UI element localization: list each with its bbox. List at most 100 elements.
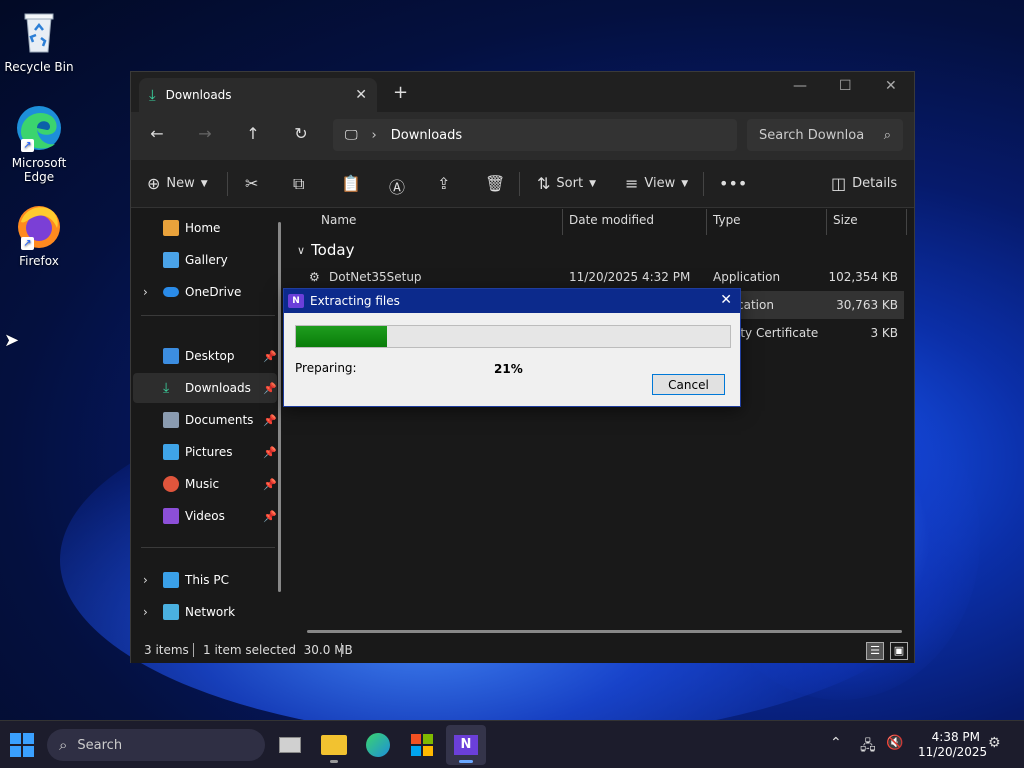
edge-icon [366,733,390,757]
details-view-button[interactable]: ☰ [866,642,884,660]
rename-button[interactable]: Ⓐ [389,174,411,198]
column-divider[interactable] [906,209,907,235]
progress-percent: 21% [494,362,523,376]
chevron-right-icon[interactable]: › [143,605,148,619]
show-hidden-icons-button[interactable]: ⌃ [830,735,842,751]
sidebar-item-documents[interactable]: Documents 📌 [133,405,277,435]
system-clock[interactable]: 4:38 PM 11/20/2025 [918,730,987,760]
paste-button[interactable]: 📋 [341,174,367,193]
share-button[interactable]: ⇪ [437,174,456,193]
status-selection: 1 item selected 30.0 MB [203,643,353,657]
notifications-icon[interactable]: ⚙ [988,735,1001,751]
details-button[interactable]: ◫ Details [831,174,897,193]
sort-button[interactable]: ⇅ Sort ▼ [537,174,596,193]
more-options-button[interactable]: ••• [719,174,747,193]
file-size: 102,354 KB [828,270,898,284]
cancel-button[interactable]: Cancel [652,374,725,395]
column-header-date[interactable]: Date modified [569,213,654,227]
sidebar-item-onedrive[interactable]: › OneDrive [133,277,277,307]
progress-fill [296,326,388,347]
shortcut-arrow-icon: ↗ [21,139,34,152]
taskbar-task-view[interactable] [270,725,310,765]
copy-button[interactable]: ⧉ [293,174,310,194]
maximize-button[interactable]: ☐ [839,78,852,94]
pin-icon[interactable]: 📌 [263,446,277,459]
extracting-files-dialog: N Extracting files ✕ Preparing: 21% Canc… [283,288,741,407]
dialog-close-button[interactable]: ✕ [720,292,732,308]
taskbar-edge[interactable] [358,725,398,765]
sidebar-divider [141,547,275,548]
store-icon [411,734,433,756]
taskbar-file-explorer[interactable] [314,725,354,765]
network-status-icon[interactable]: 🖧 [860,735,876,759]
computer-icon [163,572,179,588]
taskbar-store[interactable] [402,725,442,765]
column-divider[interactable] [562,209,563,235]
sidebar-item-label: Pictures [185,445,233,459]
sidebar-item-music[interactable]: Music 📌 [133,469,277,499]
search-input[interactable] [759,127,869,143]
sidebar-item-pictures[interactable]: Pictures 📌 [133,437,277,467]
minimize-button[interactable]: — [793,78,807,94]
new-button[interactable]: ⊕ New ▼ [147,174,208,193]
address-bar[interactable]: 🖵 › Downloads [333,119,737,151]
forward-button[interactable]: → [193,124,217,143]
delete-button[interactable]: 🗑 [485,174,511,193]
sidebar-item-label: Videos [185,509,225,523]
chevron-right-icon[interactable]: › [143,285,148,299]
taskbar-extractor-app[interactable]: N [446,725,486,765]
clock-time: 4:38 PM [931,730,980,744]
horizontal-scrollbar[interactable] [307,630,902,633]
cut-button[interactable]: ✂ [245,174,264,193]
pin-icon[interactable]: 📌 [263,350,277,363]
start-button[interactable] [10,733,34,757]
sidebar-divider [141,315,275,316]
back-button[interactable]: ← [145,124,169,143]
tab-downloads[interactable]: ⤓ Downloads ✕ [139,78,377,112]
videos-icon [163,508,179,524]
taskbar-search[interactable]: ⌕ Search [47,729,265,761]
file-type: cation [737,298,774,312]
column-divider[interactable] [706,209,707,235]
trash-icon: 🗑 [485,174,506,193]
sidebar-item-this-pc[interactable]: › This PC [133,565,277,595]
sidebar-item-videos[interactable]: Videos 📌 [133,501,277,531]
sidebar-item-label: Gallery [185,253,228,267]
column-divider[interactable] [826,209,827,235]
chevron-right-icon[interactable]: › [143,573,148,587]
pin-icon[interactable]: 📌 [263,478,277,491]
up-button[interactable]: ↑ [241,124,265,143]
mouse-cursor-icon: ➤ [4,330,20,351]
sidebar-item-home[interactable]: Home [133,213,277,243]
desktop-icon-firefox[interactable]: ↗ Firefox [4,202,74,268]
sidebar-scrollbar[interactable] [278,222,281,592]
view-button[interactable]: ≡ View ▼ [625,174,688,193]
sidebar-item-downloads[interactable]: ⤓ Downloads 📌 [133,373,277,403]
desktop-icon-recycle-bin[interactable]: Recycle Bin [4,8,74,74]
copy-icon: ⧉ [293,174,305,193]
pin-icon[interactable]: 📌 [263,382,277,395]
close-tab-icon[interactable]: ✕ [355,87,367,103]
pin-icon[interactable]: 📌 [263,414,277,427]
pin-icon[interactable]: 📌 [263,510,277,523]
extraction-progress-bar [295,325,731,348]
sidebar-item-network[interactable]: › Network [133,597,277,627]
sidebar-item-gallery[interactable]: Gallery [133,245,277,275]
column-header-type[interactable]: Type [713,213,741,227]
search-box[interactable]: ⌕ [747,119,903,151]
refresh-button[interactable]: ↻ [289,124,313,143]
new-tab-button[interactable]: + [393,82,408,103]
volume-muted-icon[interactable]: 🔇 [886,735,903,751]
tiles-view-button[interactable]: ▣ [890,642,908,660]
column-header-name[interactable]: Name [321,213,356,227]
desktop-icon-edge[interactable]: ↗ Microsoft Edge [4,104,74,184]
dialog-title-bar: N Extracting files [284,289,740,313]
file-row[interactable]: ⚙ DotNet35Setup 11/20/2025 4:32 PM Appli… [289,263,904,291]
view-list-icon: ≡ [625,174,639,193]
sidebar-item-label: Music [185,477,220,491]
group-header-today[interactable]: ∨ Today [297,241,354,259]
sidebar-item-desktop[interactable]: Desktop 📌 [133,341,277,371]
column-header-size[interactable]: Size [833,213,858,227]
close-window-button[interactable]: ✕ [885,78,897,94]
monitor-icon: 🖵 [345,127,358,143]
